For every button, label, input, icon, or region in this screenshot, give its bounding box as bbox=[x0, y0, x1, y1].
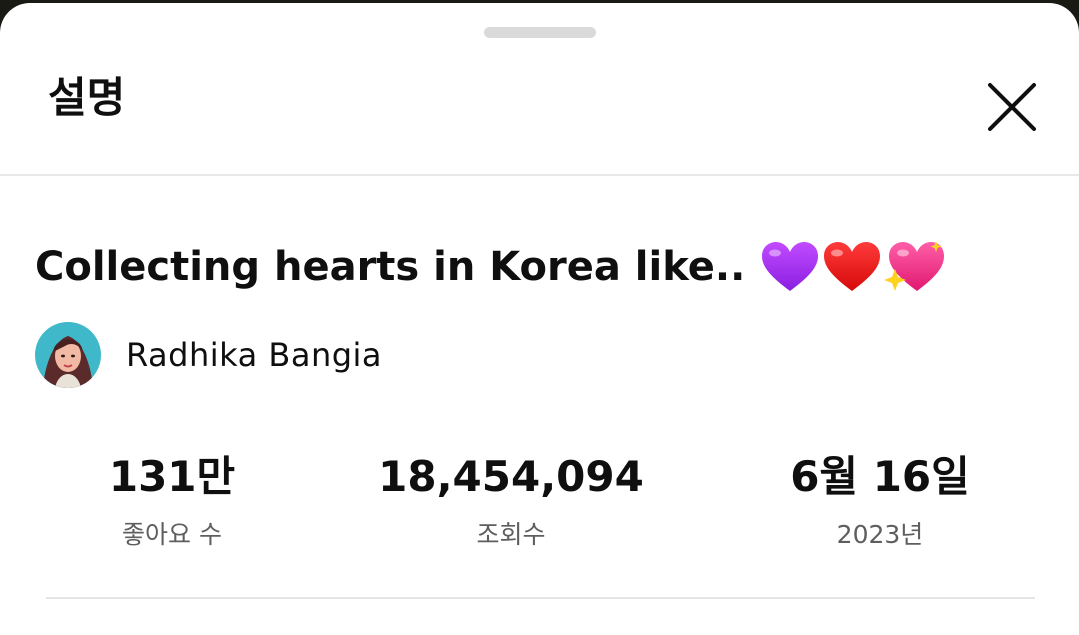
views-stat: 18,454,094 조회수 bbox=[378, 449, 644, 551]
likes-label: 좋아요 수 bbox=[122, 520, 222, 549]
avatar[interactable] bbox=[35, 322, 101, 388]
video-title: Collecting hearts in Korea like.. bbox=[35, 239, 945, 295]
purple-heart-icon bbox=[762, 242, 819, 291]
close-icon bbox=[988, 83, 1036, 131]
sparkling-heart-icon bbox=[884, 241, 945, 291]
upload-year: 2023년 bbox=[836, 520, 924, 549]
channel-name[interactable]: Radhika Bangia bbox=[126, 336, 382, 374]
title-emojis bbox=[759, 239, 945, 295]
stats-divider bbox=[46, 597, 1035, 599]
likes-count: 131만 bbox=[108, 452, 236, 501]
channel-row[interactable]: Radhika Bangia bbox=[35, 322, 382, 388]
views-label: 조회수 bbox=[476, 520, 546, 549]
description-sheet: 설명 Collecting hearts in Korea like.. Rad… bbox=[0, 3, 1079, 635]
date-stat: 6월 16일 2023년 bbox=[790, 449, 970, 551]
drag-handle[interactable] bbox=[484, 27, 596, 38]
header-divider bbox=[0, 174, 1079, 176]
video-title-text: Collecting hearts in Korea like.. bbox=[35, 244, 746, 290]
likes-stat: 131만 좋아요 수 bbox=[109, 449, 235, 551]
sheet-title: 설명 bbox=[48, 73, 126, 122]
red-heart-icon bbox=[824, 242, 881, 291]
views-count: 18,454,094 bbox=[378, 452, 644, 501]
upload-date: 6월 16일 bbox=[790, 452, 970, 501]
close-button[interactable] bbox=[980, 75, 1044, 139]
